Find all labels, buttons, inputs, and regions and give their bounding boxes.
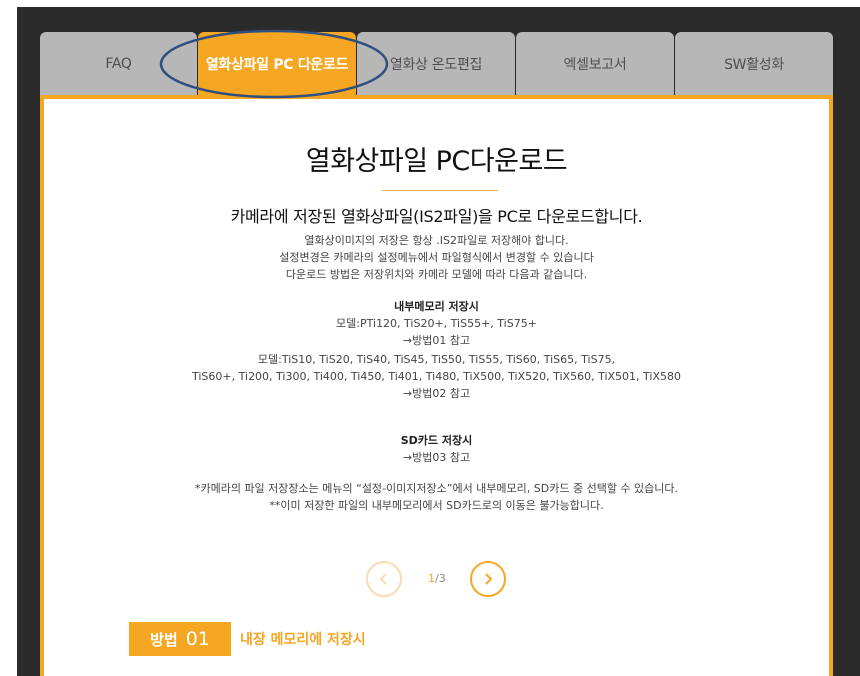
intro-line: 열화상이미지의 저장은 항상 .IS2파일로 저장해야 합니다. [304, 234, 569, 247]
model-list: 모델:PTi120, TiS20+, TiS55+, TiS75+ [336, 317, 537, 330]
footnote: **이미 저장한 파일의 내부메모리에서 SD카드로의 이동은 불가능합니다. [269, 499, 604, 512]
title-divider [382, 190, 498, 191]
tab-sw-activation[interactable]: SW활성화 [675, 32, 833, 95]
current-page: 1 [428, 572, 435, 585]
prev-button[interactable] [366, 561, 402, 597]
total-pages: /3 [435, 572, 446, 585]
page-indicator: 1/3 [428, 572, 446, 585]
next-button[interactable] [470, 561, 506, 597]
method-badge: 방법 01 [129, 622, 231, 656]
method-label: 방법 [150, 630, 178, 649]
tab-temperature-edit[interactable]: 열화상 온도편집 [357, 32, 515, 95]
intro-line: 설정변경은 카메라의 설정메뉴에서 파일형식에서 변경할 수 있습니다 [279, 251, 594, 264]
intro-text: 열화상이미지의 저장은 항상 .IS2파일로 저장해야 합니다. 설정변경은 카… [44, 232, 829, 283]
intro-line: 다운로드 방법은 저장위치와 카메라 모델에 따라 다음과 같습니다. [285, 268, 588, 281]
tab-bar: FAQ 열화상파일 PC 다운로드 열화상 온도편집 엑셀보고서 SW활성화 [40, 32, 833, 95]
tab-faq[interactable]: FAQ [40, 32, 197, 95]
footnotes: *카메라의 파일 저장장소는 메뉴의 “설정-이미지저장소”에서 내부메모리, … [44, 480, 829, 514]
group-heading: 내부메모리 저장시 [394, 300, 479, 313]
tab-pc-download[interactable]: 열화상파일 PC 다운로드 [198, 32, 356, 95]
pagination: 1/3 [44, 561, 829, 601]
tab-excel-report[interactable]: 엑셀보고서 [516, 32, 674, 95]
chevron-right-icon [485, 573, 493, 585]
model-list: TiS60+, Ti200, Ti300, Ti400, Ti450, Ti40… [192, 370, 681, 383]
content-panel: 열화상파일 PC다운로드 카메라에 저장된 열화상파일(IS2파일)을 PC로 … [40, 95, 833, 676]
method-reference: →방법01 참고 [402, 334, 471, 347]
model-group-2: 모델:TiS10, TiS20, TiS40, TiS45, TiS50, Ti… [44, 351, 829, 402]
page-subtitle: 카메라에 저장된 열화상파일(IS2파일)을 PC로 다운로드합니다. [230, 207, 643, 226]
footnote: *카메라의 파일 저장장소는 메뉴의 “설정-이미지저장소”에서 내부메모리, … [194, 482, 679, 495]
internal-memory-group: 내부메모리 저장시 모델:PTi120, TiS20+, TiS55+, TiS… [44, 298, 829, 349]
method-reference: →방법02 참고 [402, 387, 471, 400]
method-reference: →방법03 참고 [402, 451, 471, 464]
method-description: 내장 메모리에 저장시 [240, 632, 366, 648]
method-number: 01 [185, 628, 210, 650]
sd-card-group: SD카드 저장시 →방법03 참고 [44, 432, 829, 466]
page-title: 열화상파일 PC다운로드 [305, 146, 568, 177]
model-list: 모델:TiS10, TiS20, TiS40, TiS45, TiS50, Ti… [257, 353, 616, 366]
chevron-left-icon [379, 573, 387, 585]
group-heading: SD카드 저장시 [400, 434, 473, 447]
